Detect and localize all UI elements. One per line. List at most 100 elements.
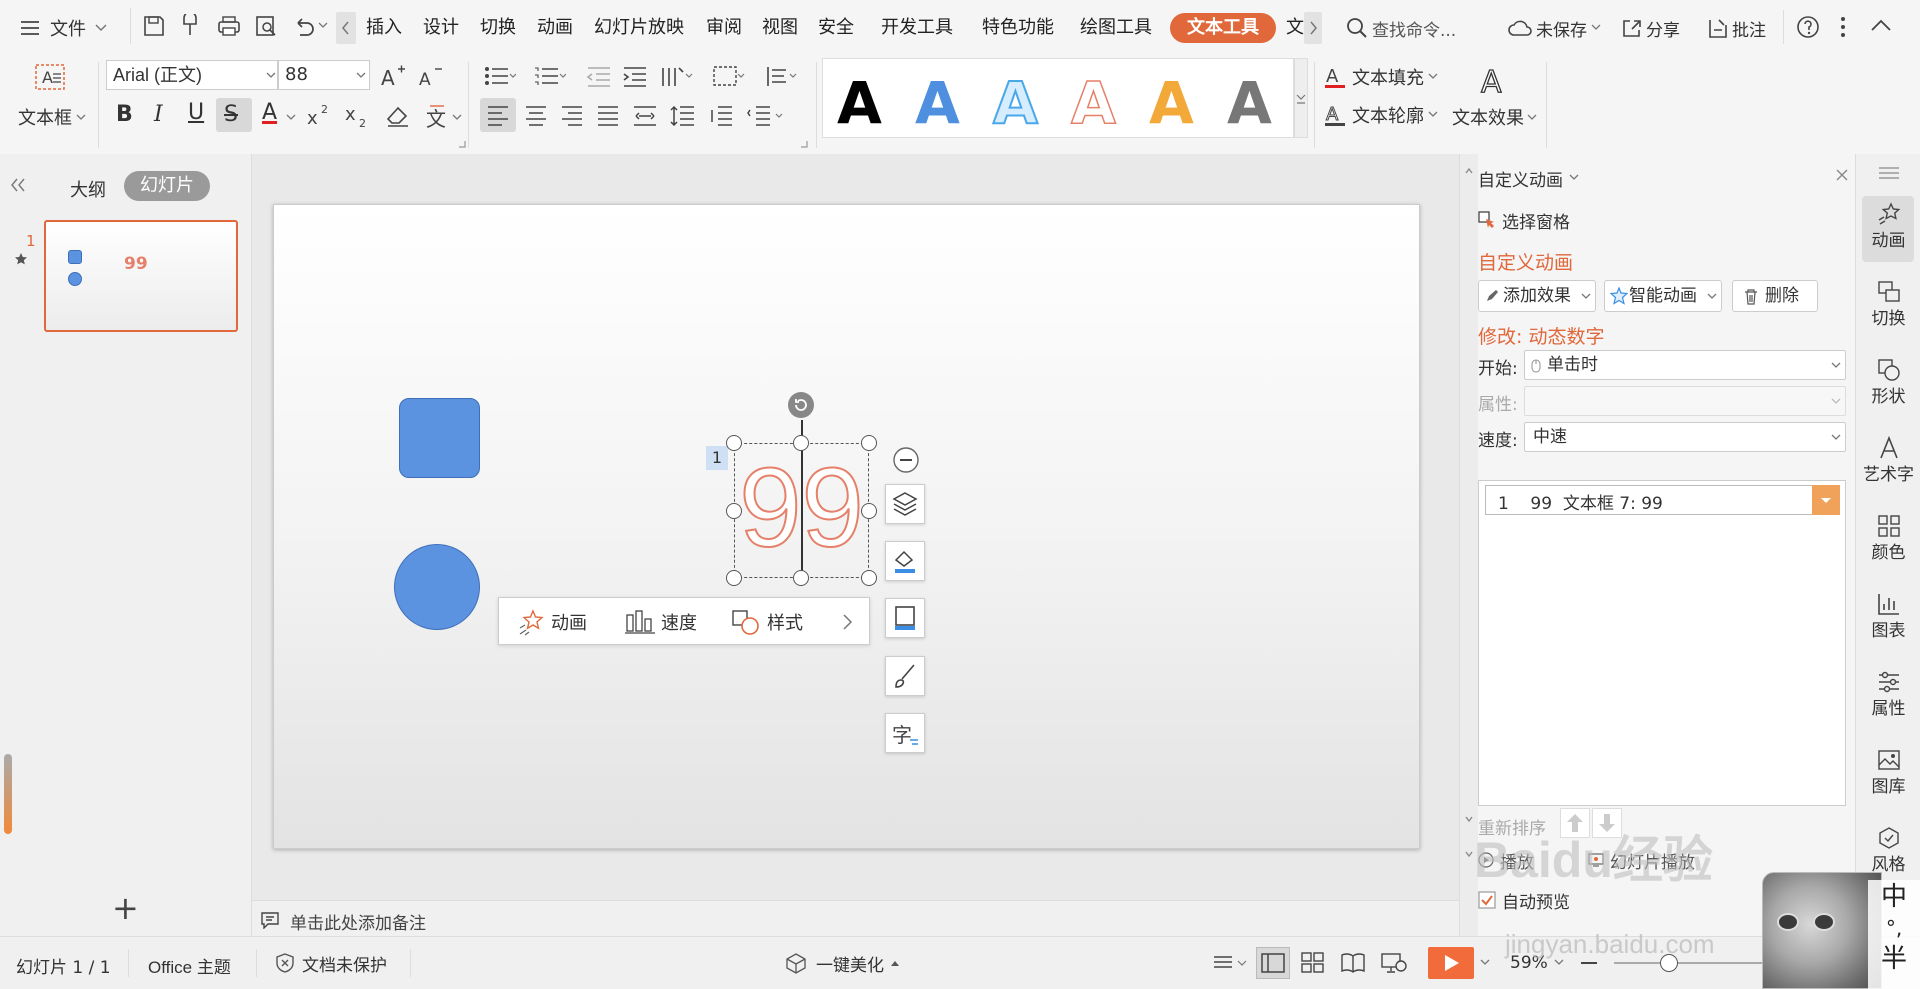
text-convert-button[interactable]: 字 bbox=[885, 713, 925, 753]
presenter-view-icon[interactable] bbox=[1380, 951, 1408, 975]
tab-slideshow[interactable]: 幻灯片放映 bbox=[594, 16, 684, 40]
fill-button[interactable] bbox=[885, 541, 925, 581]
normal-view-button[interactable] bbox=[1256, 947, 1290, 979]
text-outline-button[interactable]: A 文本轮廓 bbox=[1324, 100, 1438, 130]
eraser-icon[interactable] bbox=[384, 102, 412, 128]
resize-handle-top-right[interactable] bbox=[861, 435, 877, 451]
save-icon[interactable] bbox=[142, 14, 166, 38]
wordart-style-black[interactable]: A bbox=[837, 69, 882, 137]
phonetic-guide-icon[interactable]: 文 bbox=[424, 100, 454, 130]
distribute-icon[interactable] bbox=[632, 104, 658, 126]
slide-sorter-icon[interactable] bbox=[1300, 951, 1326, 975]
italic-button[interactable]: I bbox=[154, 102, 163, 127]
chevron-down-icon[interactable] bbox=[286, 114, 296, 122]
increase-font-icon[interactable]: A bbox=[380, 64, 406, 88]
sidebar-item-wordart[interactable]: 艺术字 bbox=[1856, 436, 1920, 485]
undo-icon[interactable] bbox=[292, 15, 316, 37]
layer-button[interactable] bbox=[885, 484, 925, 524]
chevron-down-icon[interactable] bbox=[76, 114, 86, 122]
sidebar-item-chart[interactable]: 图表 bbox=[1856, 592, 1920, 641]
tab-slides[interactable]: 幻灯片 bbox=[124, 171, 210, 201]
close-icon[interactable] bbox=[1835, 168, 1849, 182]
align-right-icon[interactable] bbox=[560, 104, 584, 126]
paragraph-options-icon[interactable] bbox=[746, 104, 786, 126]
print-preview-icon[interactable] bbox=[254, 14, 278, 38]
tab-design[interactable]: 设计 bbox=[423, 16, 459, 40]
beautify-button[interactable]: 一键美化 bbox=[784, 951, 900, 976]
ime-mode-chinese[interactable]: 中 bbox=[1868, 880, 1920, 914]
line-spacing-icon[interactable] bbox=[670, 104, 696, 126]
collapse-panel-icon[interactable] bbox=[10, 178, 26, 192]
justify-icon[interactable] bbox=[596, 104, 620, 126]
wordart-style-outline-orange[interactable]: A bbox=[1070, 68, 1117, 138]
resize-handle-bottom-left[interactable] bbox=[726, 570, 742, 586]
tab-insert[interactable]: 插入 bbox=[366, 16, 402, 40]
chevron-down-icon[interactable] bbox=[1480, 959, 1490, 967]
wordart-style-gold[interactable]: A bbox=[1149, 69, 1194, 137]
smart-animation-button[interactable]: 智能动画 bbox=[1604, 280, 1722, 312]
play-slideshow-button[interactable] bbox=[1428, 947, 1474, 979]
theme-name[interactable]: Office 主题 bbox=[148, 953, 231, 978]
sidebar-item-gallery[interactable]: 图库 bbox=[1856, 748, 1920, 797]
columns-icon[interactable] bbox=[712, 64, 746, 88]
wordart-style-gray[interactable]: A bbox=[1227, 69, 1272, 137]
align-text-icon[interactable] bbox=[764, 64, 798, 88]
search-command[interactable]: 查找命令... bbox=[1346, 14, 1456, 42]
text-effect-button[interactable]: 文本效果 bbox=[1452, 104, 1524, 130]
share-button[interactable]: 分享 bbox=[1620, 14, 1680, 42]
tab-partial[interactable]: 文 bbox=[1286, 16, 1304, 40]
undo-dropdown-icon[interactable] bbox=[318, 22, 328, 30]
resize-handle-left[interactable] bbox=[726, 503, 742, 519]
protect-status[interactable]: 文档未保护 bbox=[274, 951, 387, 976]
toolbar-speed-button[interactable]: 速度 bbox=[625, 608, 697, 636]
strikethrough-button[interactable]: S bbox=[224, 102, 238, 127]
add-slide-button[interactable]: + bbox=[112, 892, 139, 924]
resize-handle-top[interactable] bbox=[793, 435, 809, 451]
scroll-down-icon[interactable] bbox=[1465, 849, 1473, 859]
start-select[interactable]: 单击时 bbox=[1524, 350, 1846, 380]
scroll-down-icon[interactable] bbox=[1465, 814, 1473, 824]
chevron-down-icon[interactable] bbox=[452, 114, 462, 122]
notes-bar[interactable]: 单击此处添加备注 bbox=[252, 900, 1459, 936]
subscript-icon[interactable]: x2 bbox=[344, 102, 372, 128]
resize-handle-right[interactable] bbox=[861, 503, 877, 519]
tab-outline[interactable]: 大纲 bbox=[70, 176, 106, 202]
font-name-select[interactable]: Arial (正文) bbox=[106, 60, 278, 90]
resize-handle-bottom-right[interactable] bbox=[861, 570, 877, 586]
resize-handle-top-left[interactable] bbox=[726, 435, 742, 451]
reading-view-icon[interactable] bbox=[1340, 951, 1366, 975]
underline-button[interactable]: U bbox=[188, 100, 204, 125]
item-dropdown-button[interactable] bbox=[1812, 485, 1840, 515]
tab-special[interactable]: 特色功能 bbox=[982, 16, 1054, 40]
file-menu[interactable]: 文件 bbox=[20, 14, 108, 42]
animation-list-item[interactable]: 1 99 文本框 7: 99 bbox=[1485, 485, 1840, 515]
annotate-button[interactable]: 批注 bbox=[1706, 14, 1766, 42]
scroll-tabs-right-button[interactable] bbox=[1304, 12, 1322, 44]
rotate-handle-icon[interactable] bbox=[787, 391, 815, 419]
align-center-icon[interactable] bbox=[524, 104, 548, 126]
more-options-icon[interactable] bbox=[1838, 15, 1848, 39]
dialog-launcher-icon[interactable] bbox=[458, 140, 466, 148]
help-icon[interactable] bbox=[1796, 15, 1820, 39]
numbering-icon[interactable] bbox=[534, 64, 566, 88]
speed-select[interactable]: 中速 bbox=[1524, 422, 1846, 452]
tab-drawing-tools[interactable]: 绘图工具 bbox=[1080, 16, 1152, 40]
unsaved-button[interactable]: 未保存 bbox=[1508, 14, 1601, 42]
rounded-square-shape[interactable] bbox=[399, 398, 480, 478]
decrease-indent-icon[interactable] bbox=[586, 64, 612, 88]
wordart-style-glow-blue[interactable]: A bbox=[992, 68, 1039, 138]
selection-pane-link[interactable]: 选择窗格 bbox=[1478, 208, 1570, 233]
panel-scrollbar[interactable] bbox=[4, 754, 12, 834]
tab-security[interactable]: 安全 bbox=[818, 16, 854, 40]
minus-circle-icon[interactable] bbox=[893, 447, 919, 473]
tab-view[interactable]: 视图 bbox=[762, 16, 798, 40]
gallery-more-button[interactable] bbox=[1294, 58, 1308, 138]
align-left-icon[interactable] bbox=[486, 104, 510, 126]
ime-punctuation[interactable]: °, bbox=[1868, 914, 1920, 942]
text-fill-button[interactable]: A 文本填充 bbox=[1324, 62, 1438, 92]
sidebar-item-transition[interactable]: 切换 bbox=[1856, 280, 1920, 329]
outline-button[interactable] bbox=[885, 598, 925, 638]
zoom-out-icon[interactable] bbox=[1580, 961, 1598, 965]
resize-handle-bottom[interactable] bbox=[793, 570, 809, 586]
paragraph-spacing-icon[interactable] bbox=[708, 104, 734, 126]
